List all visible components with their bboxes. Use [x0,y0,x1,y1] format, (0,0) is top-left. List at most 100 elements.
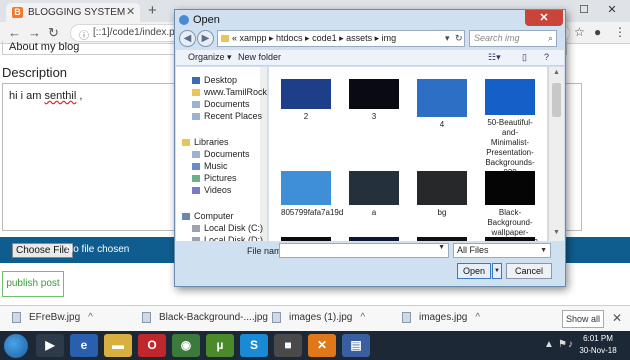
open-options-icon[interactable]: ▼ [492,263,502,279]
nav-item[interactable]: Documents [192,99,250,109]
dialog-command-bar: Organize ▾ New folder ☷▾ ▯ ? [176,50,564,66]
file-thumbnail[interactable] [281,237,331,241]
file-thumbnail[interactable]: bg [417,171,467,218]
system-clock[interactable]: 6:01 PM 30-Nov-18 [578,333,618,357]
download-item[interactable]: images (1).jpg ^ [272,312,365,328]
refresh-icon[interactable]: ↻ [455,30,463,47]
breadcrumb-path: « xampp ▸ htdocs ▸ code1 ▸ assets ▸ img [232,33,397,43]
browser-tab[interactable]: B BLOGGING SYSTEM ✕ [6,3,140,22]
download-item[interactable]: EFreBw.jpg ^ [12,312,93,328]
nav-item[interactable]: www.TamilRocker [192,87,267,97]
chevron-up-icon[interactable]: ^ [475,312,480,323]
nav-item[interactable]: Libraries [182,137,229,147]
file-explorer-icon[interactable]: ▬ [104,334,132,357]
file-type-select[interactable]: All Files ▼ [453,243,551,258]
forward-icon[interactable]: ▶ [197,30,214,47]
dialog-close-button[interactable]: ✕ [525,10,563,26]
search-input[interactable]: Search img ⌕ [469,30,557,47]
organize-button[interactable]: Organize ▾ [188,52,232,63]
scroll-up-icon[interactable]: ▲ [553,69,560,76]
file-thumbnail[interactable]: Black-Background-wallpaper-fineartandyou… [485,171,538,241]
nav-item-label: Local Disk (D:) [204,235,264,241]
terminal-icon[interactable]: ■ [274,334,302,357]
bookmark-star-icon[interactable]: ☆ [574,25,585,39]
file-thumbnail[interactable] [349,237,399,241]
nav-item[interactable]: Documents [192,149,250,159]
file-thumbnail[interactable]: 2 [281,79,331,122]
chevron-down-icon[interactable]: ▼ [438,244,445,251]
file-thumbnail[interactable]: 805799fafa7a19d [281,171,343,218]
nav-item[interactable]: Computer [182,211,234,221]
desktop-icon [192,77,200,85]
nav-item[interactable]: Desktop [192,75,237,85]
chevron-up-icon[interactable]: ^ [360,312,365,323]
xampp-icon[interactable]: ✕ [308,334,336,357]
view-options-icon[interactable]: ☷▾ [488,52,501,63]
file-thumbnail[interactable]: 50-Beautiful-and-Minimalist-Presentation… [485,79,535,178]
file-thumbnail[interactable]: a [349,171,399,218]
media-player-icon[interactable]: ▶ [36,334,64,357]
scrollbar-thumb[interactable] [552,83,561,117]
breadcrumb[interactable]: « xampp ▸ htdocs ▸ code1 ▸ assets ▸ img [217,30,465,47]
help-icon[interactable]: ? [544,52,549,62]
folder-icon [192,89,200,97]
nav-item[interactable]: Local Disk (D:) [192,235,263,241]
path-dropdown-icon[interactable]: ▾ [445,30,450,47]
cancel-button[interactable]: Cancel [506,263,552,279]
forward-icon[interactable]: → [28,25,41,40]
file-grid: 2 3 4 50-Beautiful-and-Minimalist-Presentat… [269,67,547,241]
choose-file-button[interactable]: Choose File [12,243,74,258]
show-all-button[interactable]: Show all [562,310,604,328]
start-button[interactable] [4,334,28,358]
skype-icon[interactable]: S [240,334,268,357]
new-folder-button[interactable]: New folder [238,52,281,62]
network-icon[interactable]: ▲ [544,339,554,350]
nav-item[interactable]: Music [192,161,228,171]
volume-icon[interactable]: ♪ [568,339,573,350]
chevron-down-icon: ▼ [540,247,547,254]
file-name: 2 [303,112,309,121]
internet-explorer-icon[interactable]: e [70,334,98,357]
notepad-icon[interactable]: ▤ [342,334,370,357]
navigation-pane: Desktop www.TamilRocker Documents Recent Pl… [176,67,268,241]
scroll-down-icon[interactable]: ▼ [553,229,560,236]
utorrent-icon[interactable]: µ [206,334,234,357]
nav-item[interactable]: Pictures [192,173,237,183]
nav-item-label: Local Disk (C:) [204,223,264,233]
nav-item[interactable]: Videos [192,185,231,195]
maximize-icon[interactable]: ☐ [574,0,594,20]
open-button[interactable]: Open [457,263,491,279]
file-thumbnail[interactable]: 3 [349,79,399,122]
back-icon[interactable]: ← [8,25,21,40]
chrome-icon[interactable]: ◉ [172,334,200,357]
tab-close-icon[interactable]: ✕ [126,5,135,18]
new-tab-icon[interactable]: + [148,2,157,19]
menu-icon[interactable]: ⋮ [614,25,626,39]
flag-icon[interactable]: ⚑ [558,339,567,350]
opera-icon[interactable]: O [138,334,166,357]
back-icon[interactable]: ◀ [179,30,196,47]
download-item[interactable]: images.jpg ^ [402,312,480,328]
file-scrollbar[interactable]: ▲ ▼ [548,67,564,241]
file-thumbnail[interactable] [485,237,535,241]
file-thumbnail[interactable]: 4 [417,79,467,130]
file-thumbnail[interactable] [417,237,467,241]
nav-item[interactable]: Recent Places [192,111,262,121]
recent-places-icon [192,113,200,121]
disk-icon [192,237,200,241]
file-name: 4 [439,120,445,129]
file-name: 3 [371,112,377,121]
publish-post-button[interactable]: publish post [2,271,64,297]
file-name-input[interactable]: ▼ [279,243,449,258]
close-icon[interactable]: ✕ [612,311,622,325]
window-close-icon[interactable]: ✕ [602,0,622,20]
misspelled-word: senthil [44,90,77,102]
preview-pane-icon[interactable]: ▯ [522,52,527,63]
download-item[interactable]: Black-Background-....jpg^ [142,312,281,328]
file-icon [12,312,21,323]
nav-item[interactable]: Local Disk (C:) [192,223,263,233]
reload-icon[interactable]: ↻ [48,25,59,41]
profile-icon[interactable]: ● [594,25,601,39]
chevron-up-icon[interactable]: ^ [88,312,93,323]
music-icon [192,163,200,171]
